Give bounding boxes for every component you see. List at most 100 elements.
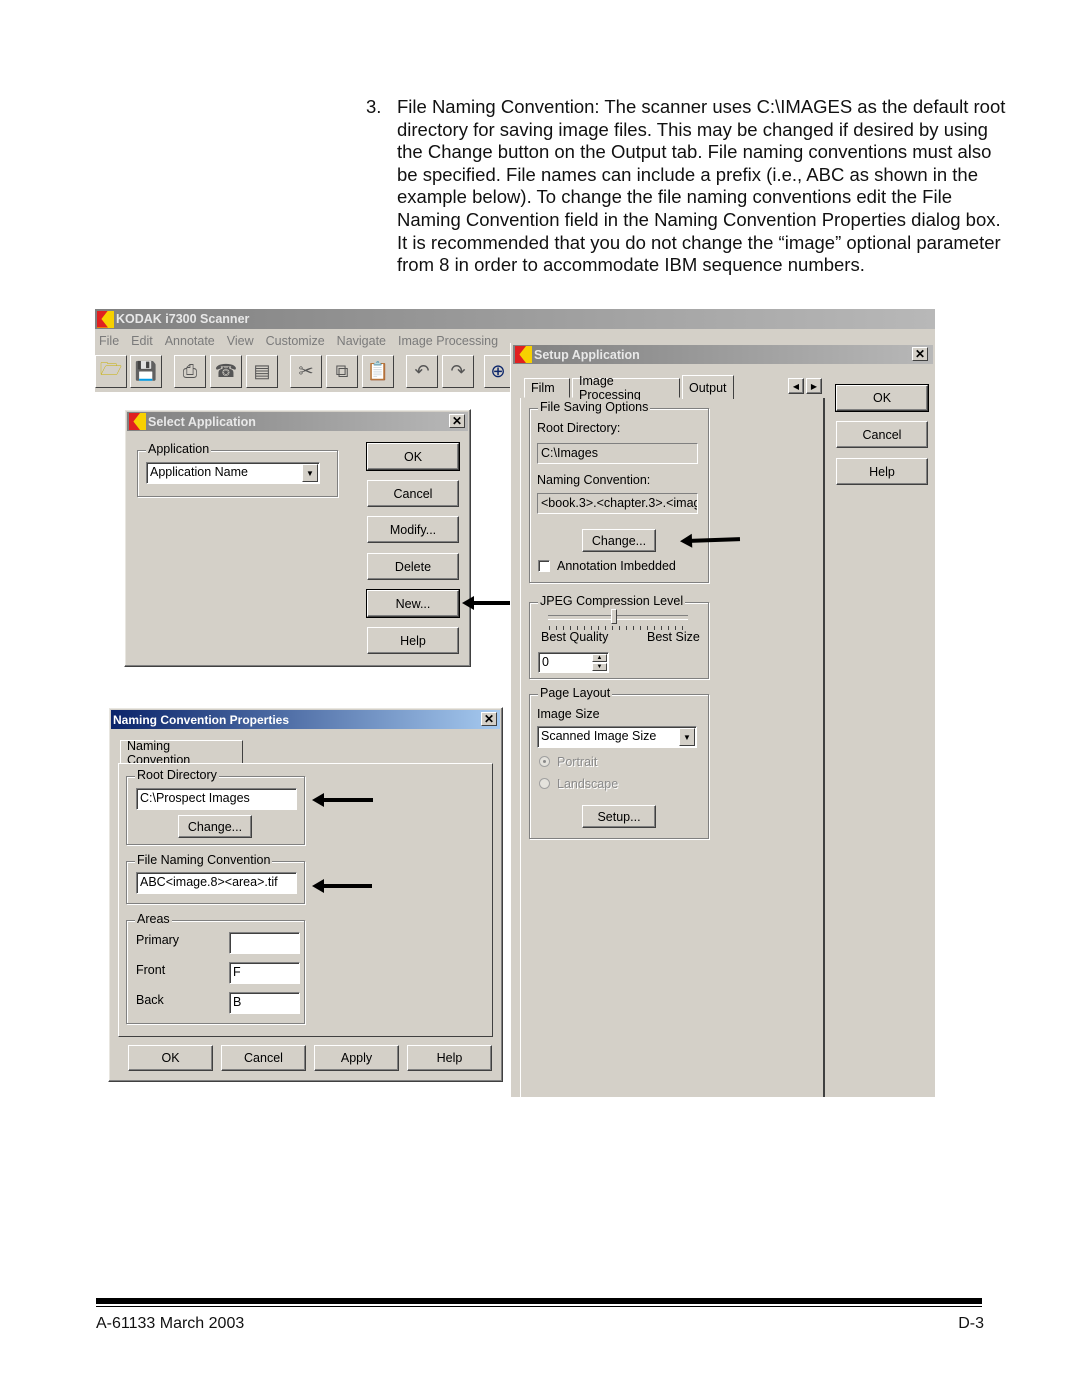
portrait-radio[interactable] xyxy=(539,756,550,767)
chevron-down-icon[interactable]: ▼ xyxy=(679,728,695,746)
copy-button[interactable]: ⧉ xyxy=(326,355,358,388)
tab-scroll-left[interactable]: ◀ xyxy=(788,378,804,394)
cut-button[interactable]: ✂ xyxy=(290,355,322,388)
close-icon: ✕ xyxy=(483,712,495,726)
kodak-logo-icon xyxy=(515,346,532,363)
root-directory-field[interactable]: C:\Images xyxy=(537,443,698,464)
jpeg-compression-label: JPEG Compression Level xyxy=(538,594,686,608)
zoom-in-button[interactable]: ⊕ xyxy=(484,355,512,388)
cancel-button[interactable]: Cancel xyxy=(836,421,928,448)
best-quality-label: Best Quality xyxy=(541,630,609,644)
jpeg-slider-track[interactable] xyxy=(548,615,688,620)
select-application-title: Select Application xyxy=(148,414,256,429)
setup-application-titlebar: Setup Application xyxy=(513,345,933,364)
step-number: 3. xyxy=(366,96,382,117)
menu-edit[interactable]: Edit xyxy=(131,334,153,348)
image-size-combo[interactable]: Scanned Image Size ▼ xyxy=(537,726,697,748)
front-label: Front xyxy=(136,963,166,977)
file-saving-options-label: File Saving Options xyxy=(538,400,651,414)
redo-icon: ↷ xyxy=(450,361,466,381)
tab-output[interactable]: Output xyxy=(682,375,734,399)
tab-scroll-right[interactable]: ▶ xyxy=(806,378,822,394)
file-naming-convention-group-label: File Naming Convention xyxy=(135,853,273,867)
footer-page-number: D-3 xyxy=(958,1315,984,1332)
jpeg-slider-thumb[interactable] xyxy=(611,609,617,624)
front-input[interactable]: F xyxy=(229,962,300,984)
help-button[interactable]: Help xyxy=(407,1045,492,1071)
menu-annotate[interactable]: Annotate xyxy=(165,334,215,348)
tab-film[interactable]: Film xyxy=(524,378,570,398)
copy-icon: ⧉ xyxy=(335,361,349,381)
setup-button[interactable]: Setup... xyxy=(582,805,656,828)
tab-image-processing[interactable]: Image Processing xyxy=(572,374,680,402)
back-input[interactable]: B xyxy=(229,992,300,1014)
close-button[interactable]: ✕ xyxy=(449,414,465,428)
cancel-button[interactable]: Cancel xyxy=(367,480,459,507)
help-button[interactable]: Help xyxy=(367,627,459,654)
menu-view[interactable]: View xyxy=(227,334,254,348)
paste-icon: 📋 xyxy=(366,361,390,381)
footer-rule xyxy=(96,1298,982,1304)
ok-button[interactable]: OK xyxy=(835,384,929,412)
new-button[interactable]: New... xyxy=(366,589,460,618)
menu-customize[interactable]: Customize xyxy=(266,334,325,348)
undo-button[interactable]: ↶ xyxy=(406,355,438,388)
spin-down-icon[interactable]: ▼ xyxy=(592,663,607,671)
page-layout-label: Page Layout xyxy=(538,686,613,700)
step-text: File Naming Convention: The scanner uses… xyxy=(397,96,1006,276)
menu-image-processing[interactable]: Image Processing xyxy=(398,334,498,348)
scanner-title: KODAK i7300 Scanner xyxy=(116,312,250,326)
image-size-value: Scanned Image Size xyxy=(541,729,657,743)
change-button[interactable]: Change... xyxy=(178,815,252,838)
annotation-arrow xyxy=(312,879,372,893)
primary-input[interactable] xyxy=(229,932,300,954)
root-directory-input[interactable]: C:\Prospect Images xyxy=(136,788,297,810)
cut-icon: ✂ xyxy=(298,361,314,381)
paste-button[interactable]: 📋 xyxy=(362,355,394,388)
scanner-titlebar: KODAK i7300 Scanner xyxy=(95,309,935,329)
phone-button[interactable]: ☎ xyxy=(210,355,242,388)
arrow-right-icon: ▶ xyxy=(810,381,818,391)
modify-button[interactable]: Modify... xyxy=(367,516,459,543)
image-size-label: Image Size xyxy=(537,707,600,721)
chevron-down-icon[interactable]: ▼ xyxy=(302,464,318,482)
help-button[interactable]: Help xyxy=(836,458,928,485)
tab-naming-convention[interactable]: Naming Convention xyxy=(120,739,243,767)
jpeg-level-spinner[interactable]: 0 ▲ ▼ xyxy=(538,652,609,673)
ok-button[interactable]: OK xyxy=(366,442,460,471)
close-button[interactable]: ✕ xyxy=(481,712,497,726)
close-icon: ✕ xyxy=(451,414,463,428)
annotation-imbedded-checkbox[interactable] xyxy=(538,560,550,572)
application-combo[interactable]: Application Name ▼ xyxy=(146,462,320,484)
root-directory-group-label: Root Directory xyxy=(135,768,219,782)
portrait-label: Portrait xyxy=(557,755,598,769)
landscape-label: Landscape xyxy=(557,777,619,791)
kodak-logo-icon xyxy=(129,413,146,430)
redo-button[interactable]: ↷ xyxy=(442,355,474,388)
phone-icon: ☎ xyxy=(214,361,238,381)
save-button[interactable]: 💾 xyxy=(130,355,162,388)
jpeg-level-value: 0 xyxy=(542,655,549,669)
footer-doc-id: A-61133 March 2003 xyxy=(96,1315,245,1332)
delete-button[interactable]: Delete xyxy=(367,553,459,580)
spin-up-icon[interactable]: ▲ xyxy=(592,654,607,662)
root-directory-label: Root Directory: xyxy=(537,421,621,435)
apply-button[interactable]: Apply xyxy=(314,1045,399,1071)
open-folder-icon: 🗁 xyxy=(99,358,123,379)
kodak-logo-icon xyxy=(97,310,114,328)
scanner-button[interactable]: ▤ xyxy=(246,355,278,388)
best-size-label: Best Size xyxy=(647,630,700,644)
application-combo-value: Application Name xyxy=(150,465,248,479)
print-button[interactable]: ⎙ xyxy=(174,355,206,388)
setup-application-title: Setup Application xyxy=(534,347,640,362)
cancel-button[interactable]: Cancel xyxy=(221,1045,306,1071)
menu-navigate[interactable]: Navigate xyxy=(337,334,386,348)
menu-file[interactable]: File xyxy=(99,334,119,348)
naming-convention-field[interactable]: <book.3>.<chapter.3>.<imag xyxy=(537,493,698,514)
file-naming-convention-input[interactable]: ABC<image.8><area>.tif xyxy=(136,872,297,894)
landscape-radio[interactable] xyxy=(539,778,550,789)
open-folder-button[interactable]: 🗁 xyxy=(95,355,127,388)
close-button[interactable]: ✕ xyxy=(912,347,928,361)
ok-button[interactable]: OK xyxy=(128,1045,213,1071)
change-button[interactable]: Change... xyxy=(582,529,656,552)
